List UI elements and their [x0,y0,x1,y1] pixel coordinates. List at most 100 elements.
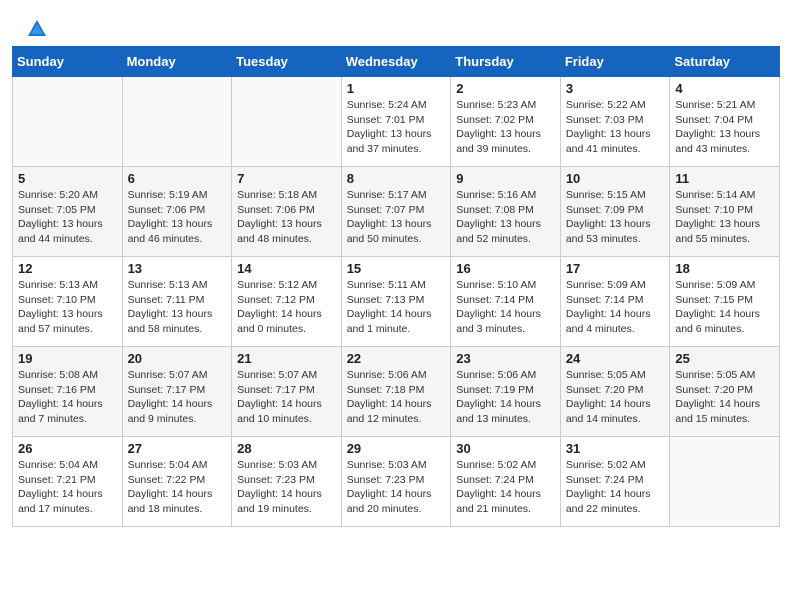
day-number: 29 [347,441,446,456]
calendar-week-row: 12 Sunrise: 5:13 AMSunset: 7:10 PMDayligh… [13,257,780,347]
cell-info: Sunrise: 5:18 AMSunset: 7:06 PMDaylight:… [237,188,336,247]
page-header [0,0,792,46]
day-number: 3 [566,81,665,96]
day-number: 5 [18,171,117,186]
calendar-body: 1 Sunrise: 5:24 AMSunset: 7:01 PMDaylight… [13,77,780,527]
day-number: 11 [675,171,774,186]
cell-info: Sunrise: 5:23 AMSunset: 7:02 PMDaylight:… [456,98,555,157]
day-number: 17 [566,261,665,276]
cell-info: Sunrise: 5:03 AMSunset: 7:23 PMDaylight:… [347,458,446,517]
calendar-cell [13,77,123,167]
day-number: 8 [347,171,446,186]
cell-info: Sunrise: 5:24 AMSunset: 7:01 PMDaylight:… [347,98,446,157]
day-number: 16 [456,261,555,276]
calendar-cell: 3 Sunrise: 5:22 AMSunset: 7:03 PMDaylight… [560,77,670,167]
cell-info: Sunrise: 5:02 AMSunset: 7:24 PMDaylight:… [566,458,665,517]
weekday-header-sunday: Sunday [13,47,123,77]
cell-info: Sunrise: 5:05 AMSunset: 7:20 PMDaylight:… [566,368,665,427]
cell-info: Sunrise: 5:11 AMSunset: 7:13 PMDaylight:… [347,278,446,337]
calendar-cell: 6Sunrise: 5:19 AMSunset: 7:06 PMDaylight… [122,167,232,257]
calendar-cell: 9Sunrise: 5:16 AMSunset: 7:08 PMDaylight… [451,167,561,257]
day-number: 20 [128,351,227,366]
calendar-cell: 15Sunrise: 5:11 AMSunset: 7:13 PMDayligh… [341,257,451,347]
weekday-header-thursday: Thursday [451,47,561,77]
day-number: 14 [237,261,336,276]
calendar-cell: 21 Sunrise: 5:07 AMSunset: 7:17 PMDayligh… [232,347,342,437]
calendar-cell: 16 Sunrise: 5:10 AMSunset: 7:14 PMDayligh… [451,257,561,347]
cell-info: Sunrise: 5:06 AMSunset: 7:19 PMDaylight:… [456,368,555,427]
day-number: 13 [128,261,227,276]
day-number: 1 [347,81,446,96]
calendar-cell: 30 Sunrise: 5:02 AMSunset: 7:24 PMDayligh… [451,437,561,527]
cell-info: Sunrise: 5:10 AMSunset: 7:14 PMDaylight:… [456,278,555,337]
cell-info: Sunrise: 5:08 AMSunset: 7:16 PMDaylight:… [18,368,117,427]
cell-info: Sunrise: 5:21 AMSunset: 7:04 PMDaylight:… [675,98,774,157]
calendar-cell: 19 Sunrise: 5:08 AMSunset: 7:16 PMDayligh… [13,347,123,437]
cell-info: Sunrise: 5:09 AMSunset: 7:15 PMDaylight:… [675,278,774,337]
day-number: 19 [18,351,117,366]
day-number: 23 [456,351,555,366]
cell-info: Sunrise: 5:04 AMSunset: 7:21 PMDaylight:… [18,458,117,517]
weekday-header-friday: Friday [560,47,670,77]
calendar-cell: 13 Sunrise: 5:13 AMSunset: 7:11 PMDayligh… [122,257,232,347]
cell-info: Sunrise: 5:12 AMSunset: 7:12 PMDaylight:… [237,278,336,337]
day-number: 6 [128,171,227,186]
day-number: 27 [128,441,227,456]
calendar-cell: 5 Sunrise: 5:20 AMSunset: 7:05 PMDaylight… [13,167,123,257]
logo [24,18,48,38]
calendar-cell: 31 Sunrise: 5:02 AMSunset: 7:24 PMDayligh… [560,437,670,527]
day-number: 2 [456,81,555,96]
cell-info: Sunrise: 5:13 AMSunset: 7:11 PMDaylight:… [128,278,227,337]
calendar-cell: 4 Sunrise: 5:21 AMSunset: 7:04 PMDaylight… [670,77,780,167]
day-number: 31 [566,441,665,456]
day-number: 4 [675,81,774,96]
cell-info: Sunrise: 5:06 AMSunset: 7:18 PMDaylight:… [347,368,446,427]
day-number: 7 [237,171,336,186]
calendar-cell: 2 Sunrise: 5:23 AMSunset: 7:02 PMDaylight… [451,77,561,167]
calendar-cell: 20Sunrise: 5:07 AMSunset: 7:17 PMDayligh… [122,347,232,437]
day-number: 21 [237,351,336,366]
calendar-cell: 29 Sunrise: 5:03 AMSunset: 7:23 PMDayligh… [341,437,451,527]
calendar-cell: 14 Sunrise: 5:12 AMSunset: 7:12 PMDayligh… [232,257,342,347]
cell-info: Sunrise: 5:09 AMSunset: 7:14 PMDaylight:… [566,278,665,337]
calendar-cell: 1 Sunrise: 5:24 AMSunset: 7:01 PMDaylight… [341,77,451,167]
calendar-cell: 25 Sunrise: 5:05 AMSunset: 7:20 PMDayligh… [670,347,780,437]
cell-info: Sunrise: 5:14 AMSunset: 7:10 PMDaylight:… [675,188,774,247]
weekday-header-row: SundayMondayTuesdayWednesdayThursdayFrid… [13,47,780,77]
cell-info: Sunrise: 5:05 AMSunset: 7:20 PMDaylight:… [675,368,774,427]
logo-icon [26,18,48,40]
calendar-cell [122,77,232,167]
weekday-header-monday: Monday [122,47,232,77]
weekday-header-saturday: Saturday [670,47,780,77]
cell-info: Sunrise: 5:17 AMSunset: 7:07 PMDaylight:… [347,188,446,247]
calendar-cell: 17 Sunrise: 5:09 AMSunset: 7:14 PMDayligh… [560,257,670,347]
day-number: 25 [675,351,774,366]
calendar-cell: 27 Sunrise: 5:04 AMSunset: 7:22 PMDayligh… [122,437,232,527]
calendar-cell: 22 Sunrise: 5:06 AMSunset: 7:18 PMDayligh… [341,347,451,437]
cell-info: Sunrise: 5:07 AMSunset: 7:17 PMDaylight:… [237,368,336,427]
calendar-cell: 7 Sunrise: 5:18 AMSunset: 7:06 PMDaylight… [232,167,342,257]
cell-info: Sunrise: 5:03 AMSunset: 7:23 PMDaylight:… [237,458,336,517]
calendar-week-row: 5 Sunrise: 5:20 AMSunset: 7:05 PMDaylight… [13,167,780,257]
cell-info: Sunrise: 5:13 AMSunset: 7:10 PMDaylight:… [18,278,117,337]
cell-info: Sunrise: 5:02 AMSunset: 7:24 PMDaylight:… [456,458,555,517]
calendar-cell: 26 Sunrise: 5:04 AMSunset: 7:21 PMDayligh… [13,437,123,527]
cell-info: Sunrise: 5:15 AMSunset: 7:09 PMDaylight:… [566,188,665,247]
calendar-cell: 12 Sunrise: 5:13 AMSunset: 7:10 PMDayligh… [13,257,123,347]
calendar-cell: 11 Sunrise: 5:14 AMSunset: 7:10 PMDayligh… [670,167,780,257]
cell-info: Sunrise: 5:22 AMSunset: 7:03 PMDaylight:… [566,98,665,157]
weekday-header-wednesday: Wednesday [341,47,451,77]
calendar-cell: 10 Sunrise: 5:15 AMSunset: 7:09 PMDayligh… [560,167,670,257]
cell-info: Sunrise: 5:04 AMSunset: 7:22 PMDaylight:… [128,458,227,517]
calendar-cell [232,77,342,167]
cell-info: Sunrise: 5:20 AMSunset: 7:05 PMDaylight:… [18,188,117,247]
day-number: 10 [566,171,665,186]
day-number: 30 [456,441,555,456]
calendar-cell: 28Sunrise: 5:03 AMSunset: 7:23 PMDayligh… [232,437,342,527]
day-number: 24 [566,351,665,366]
calendar-cell: 24 Sunrise: 5:05 AMSunset: 7:20 PMDayligh… [560,347,670,437]
day-number: 22 [347,351,446,366]
day-number: 18 [675,261,774,276]
day-number: 26 [18,441,117,456]
day-number: 12 [18,261,117,276]
